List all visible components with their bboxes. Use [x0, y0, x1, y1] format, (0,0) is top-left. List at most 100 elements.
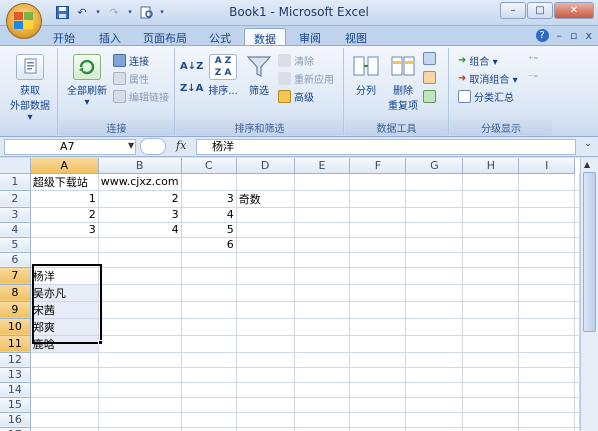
- row-header[interactable]: 9: [0, 301, 31, 319]
- cell-F8[interactable]: [349, 284, 407, 302]
- cell-G11[interactable]: [405, 335, 464, 353]
- advanced-button[interactable]: 高级: [278, 88, 314, 104]
- cell-D5[interactable]: [236, 237, 295, 253]
- row-header[interactable]: 11: [0, 335, 31, 353]
- cell-D2[interactable]: 奇数: [236, 190, 295, 208]
- edit-links-button[interactable]: 编辑链接: [113, 88, 169, 104]
- cell-C16[interactable]: [181, 412, 237, 428]
- cell-G16[interactable]: [405, 412, 464, 428]
- cell-E10[interactable]: [294, 318, 351, 336]
- cell-A7[interactable]: 杨洋: [30, 267, 99, 285]
- consolidate-icon[interactable]: [423, 71, 436, 84]
- cell-E8[interactable]: [294, 284, 351, 302]
- cell-B16[interactable]: [98, 412, 182, 428]
- cell-B12[interactable]: [98, 352, 182, 368]
- workbook-minimize-button[interactable]: –: [557, 29, 563, 42]
- cell-F7[interactable]: [349, 267, 407, 285]
- cell-B10[interactable]: [98, 318, 182, 336]
- tab-home[interactable]: 开始: [44, 28, 84, 46]
- cell-H16[interactable]: [462, 412, 520, 428]
- cell-F15[interactable]: [349, 397, 407, 413]
- cell-D1[interactable]: [236, 173, 295, 191]
- row-header[interactable]: 13: [0, 367, 31, 383]
- refresh-all-button[interactable]: 全部刷新 ▾: [63, 54, 111, 108]
- cell-filler[interactable]: [574, 222, 580, 238]
- scroll-up-icon[interactable]: ▲: [584, 160, 590, 169]
- cell-filler[interactable]: [574, 237, 580, 253]
- subtotal-button[interactable]: 分类汇总: [458, 88, 514, 104]
- cell-I5[interactable]: [518, 237, 575, 253]
- connections-button[interactable]: 连接: [113, 52, 149, 68]
- cell-A6[interactable]: [30, 252, 99, 268]
- row-header[interactable]: 4: [0, 222, 31, 238]
- cell-E14[interactable]: [294, 382, 351, 398]
- group-button[interactable]: ➜ 组合 ▾: [458, 52, 498, 68]
- cell-H1[interactable]: [462, 173, 520, 191]
- row-header[interactable]: 17: [0, 427, 31, 431]
- cell-H7[interactable]: [462, 267, 520, 285]
- cell-G13[interactable]: [405, 367, 464, 383]
- cell-C2[interactable]: 3: [181, 190, 237, 208]
- row-header[interactable]: 1: [0, 173, 31, 191]
- cell-I17[interactable]: [518, 427, 575, 431]
- cell-B15[interactable]: [98, 397, 182, 413]
- cell-B5[interactable]: [98, 237, 182, 253]
- cell-I13[interactable]: [518, 367, 575, 383]
- cell-filler[interactable]: [574, 173, 580, 191]
- workbook-restore-button[interactable]: ▫: [570, 29, 577, 42]
- cell-filler[interactable]: [574, 335, 580, 353]
- cell-F5[interactable]: [349, 237, 407, 253]
- sort-desc-button[interactable]: Z↓A: [180, 80, 203, 96]
- cell-B7[interactable]: [98, 267, 182, 285]
- row-header[interactable]: 7: [0, 267, 31, 285]
- cell-G12[interactable]: [405, 352, 464, 368]
- cell-E7[interactable]: [294, 267, 351, 285]
- cell-A13[interactable]: [30, 367, 99, 383]
- filter-button[interactable]: 筛选: [242, 54, 276, 97]
- cell-I6[interactable]: [518, 252, 575, 268]
- scrollbar-thumb[interactable]: [583, 172, 596, 332]
- cell-A8[interactable]: 吴亦凡: [30, 284, 99, 302]
- row-header[interactable]: 15: [0, 397, 31, 413]
- tab-review[interactable]: 审阅: [290, 28, 330, 46]
- show-detail-icon[interactable]: ⁺⁼: [528, 52, 539, 70]
- restore-button[interactable]: □: [527, 2, 553, 19]
- cell-G17[interactable]: [405, 427, 464, 431]
- cell-F13[interactable]: [349, 367, 407, 383]
- expand-formula-bar-icon[interactable]: ⌄: [581, 139, 595, 155]
- cell-H12[interactable]: [462, 352, 520, 368]
- cell-C13[interactable]: [181, 367, 237, 383]
- column-header[interactable]: C: [181, 158, 237, 174]
- cell-H3[interactable]: [462, 207, 520, 223]
- cell-G5[interactable]: [405, 237, 464, 253]
- cell-F1[interactable]: [349, 173, 407, 191]
- cell-I2[interactable]: [518, 190, 575, 208]
- cell-A16[interactable]: [30, 412, 99, 428]
- name-box[interactable]: A7: [4, 139, 136, 155]
- sort-asc-button[interactable]: A↓Z: [180, 58, 203, 74]
- cell-F17[interactable]: [349, 427, 407, 431]
- cell-H10[interactable]: [462, 318, 520, 336]
- column-header[interactable]: H: [462, 158, 520, 174]
- cell-F11[interactable]: [349, 335, 407, 353]
- cell-A3[interactable]: 2: [30, 207, 99, 223]
- cell-D14[interactable]: [236, 382, 295, 398]
- row-header[interactable]: 2: [0, 190, 31, 208]
- column-header[interactable]: I: [518, 158, 575, 174]
- cell-B13[interactable]: [98, 367, 182, 383]
- office-button[interactable]: [6, 3, 42, 39]
- cell-G2[interactable]: [405, 190, 464, 208]
- cell-G9[interactable]: [405, 301, 464, 319]
- tab-data[interactable]: 数据: [244, 28, 286, 46]
- cell-filler[interactable]: [574, 301, 580, 319]
- cell-G3[interactable]: [405, 207, 464, 223]
- cell-F6[interactable]: [349, 252, 407, 268]
- tab-formulas[interactable]: 公式: [200, 28, 240, 46]
- cell-F10[interactable]: [349, 318, 407, 336]
- cell-A10[interactable]: 郑爽: [30, 318, 99, 336]
- cell-G7[interactable]: [405, 267, 464, 285]
- minimize-button[interactable]: –: [500, 2, 526, 19]
- cell-B14[interactable]: [98, 382, 182, 398]
- remove-duplicates-button[interactable]: 删除 重复项: [385, 54, 421, 112]
- hide-detail-icon[interactable]: ⁻⁼: [528, 70, 539, 88]
